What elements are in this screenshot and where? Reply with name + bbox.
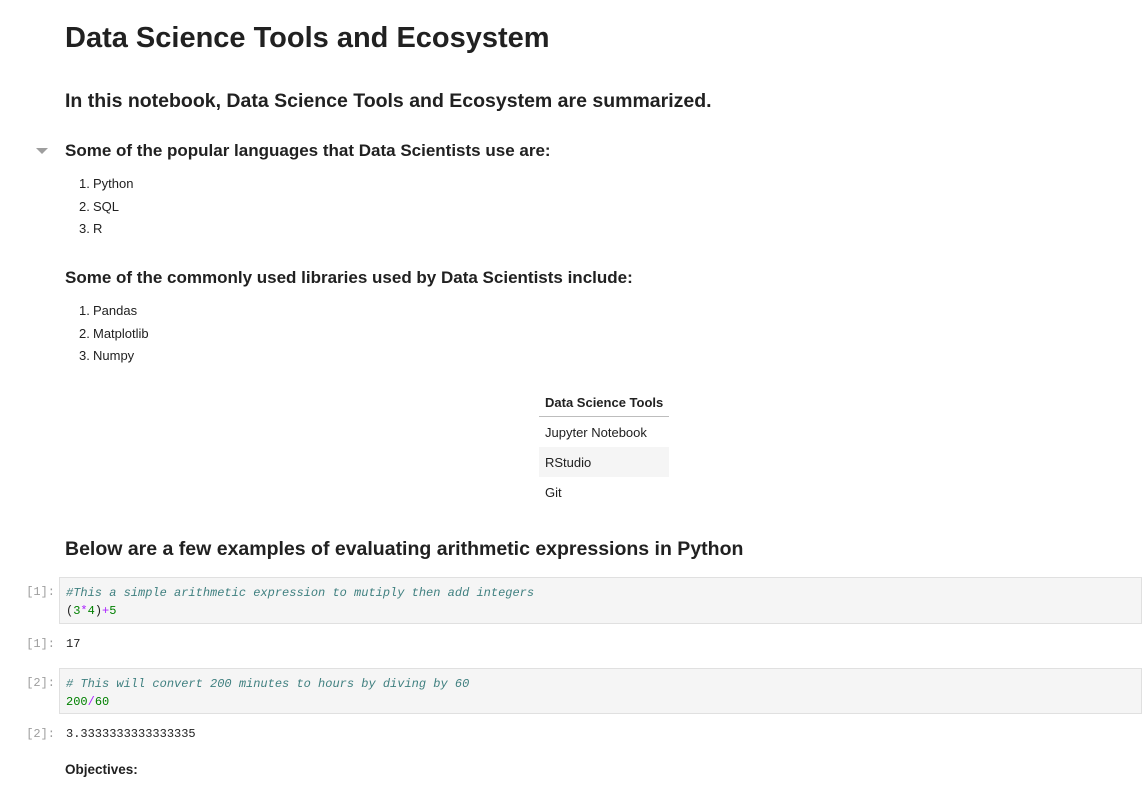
table-row: Git <box>539 477 669 507</box>
table-row: Jupyter Notebook <box>539 417 669 448</box>
cell-output: 17 <box>66 637 81 651</box>
libraries-list: 1. Pandas 2. Matplotlib 3. Numpy <box>79 300 149 368</box>
objectives-heading: Objectives: <box>65 762 138 777</box>
code-comment: # This will convert 200 minutes to hours… <box>66 677 470 691</box>
tool-jupyter: Jupyter Notebook <box>545 424 647 440</box>
list-item: 3. R <box>79 221 103 236</box>
list-item: 2. SQL <box>79 198 120 214</box>
libraries-heading: Some of the commonly used libraries used… <box>65 268 633 287</box>
library-pandas: Pandas <box>93 303 138 318</box>
code-line: (3*4)+5 <box>66 604 117 618</box>
language-sql: SQL <box>93 198 120 214</box>
languages-heading: Some of the popular languages that Data … <box>65 141 551 160</box>
tools-table-header: Data Science Tools <box>539 388 670 417</box>
output-prompt: [1]: <box>26 637 55 651</box>
list-item: 2. Matplotlib <box>79 325 149 341</box>
list-item: 3. Numpy <box>79 348 135 363</box>
code-cell-editor[interactable]: #This a simple arithmetic expression to … <box>59 577 1142 624</box>
list-item: 1. Pandas <box>79 303 138 318</box>
language-r: R <box>93 221 103 236</box>
examples-heading: Below are a few examples of evaluating a… <box>65 538 744 560</box>
code-cell-editor[interactable]: # This will convert 200 minutes to hours… <box>59 668 1142 714</box>
cell-output: 3.3333333333333335 <box>66 727 196 741</box>
input-prompt: [1]: <box>26 585 55 599</box>
output-prompt: [2]: <box>26 727 55 741</box>
library-matplotlib: Matplotlib <box>93 325 149 341</box>
input-prompt: [2]: <box>26 676 55 690</box>
collapse-toggle-icon[interactable] <box>36 148 48 154</box>
language-python: Python <box>93 176 134 191</box>
code-comment: #This a simple arithmetic expression to … <box>66 586 535 600</box>
notebook-subtitle: In this notebook, Data Science Tools and… <box>65 90 712 112</box>
code-line: 200/60 <box>66 695 110 709</box>
tool-rstudio: RStudio <box>539 447 670 477</box>
list-item: 1. Python <box>79 176 134 191</box>
tool-git: Git <box>545 484 562 500</box>
languages-list: 1. Python 2. SQL 3. R <box>79 173 133 241</box>
tools-table: Data Science Tools Jupyter Notebook RStu… <box>539 388 670 507</box>
notebook-title: Data Science Tools and Ecosystem <box>65 22 550 54</box>
table-row: RStudio <box>539 447 670 477</box>
library-numpy: Numpy <box>93 348 135 363</box>
